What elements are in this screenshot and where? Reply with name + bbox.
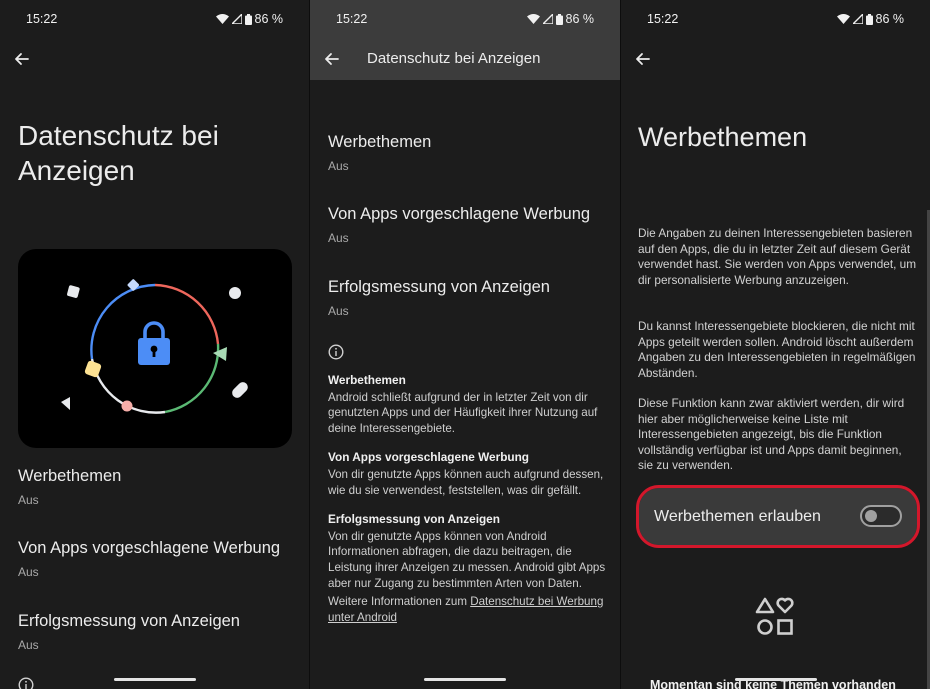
setting-title: Erfolgsmessung von Anzeigen — [18, 612, 240, 630]
setting-ad-topics[interactable]: Werbethemen Aus — [18, 467, 121, 507]
status-time: 15:22 — [647, 12, 679, 26]
back-arrow-icon[interactable] — [322, 49, 342, 69]
allow-ad-topics-toggle-row[interactable]: Werbethemen erlauben — [636, 485, 920, 548]
setting-status: Aus — [328, 231, 349, 245]
screen-ad-privacy: 15:22 86 % Datenschutz bei Anzeigen Werb… — [0, 0, 309, 689]
info-heading: Erfolgsmessung von Anzeigen — [328, 512, 500, 527]
toolbar-title: Datenschutz bei Anzeigen — [367, 50, 541, 67]
description-paragraph: Die Angaben zu deinen Interessengebieten… — [638, 226, 917, 287]
setting-ad-measurement[interactable]: Erfolgsmessung von Anzeigen Aus — [328, 278, 550, 318]
setting-status: Aus — [18, 638, 39, 652]
signal-icon — [542, 14, 553, 24]
setting-app-suggested-ads[interactable]: Von Apps vorgeschlagene Werbung Aus — [328, 205, 590, 245]
battery-level: 86 % — [254, 12, 284, 26]
toggle-label: Werbethemen erlauben — [654, 508, 821, 525]
topics-shapes-icon — [755, 596, 795, 641]
signal-icon — [231, 14, 242, 24]
wifi-icon — [836, 14, 850, 24]
status-bar: 15:22 86 % — [0, 12, 309, 28]
info-text: Von dir genutzte Apps können auch aufgru… — [328, 467, 604, 497]
allow-ad-topics-switch[interactable] — [860, 505, 902, 527]
switch-knob — [865, 510, 877, 522]
info-heading: Werbethemen — [328, 373, 406, 387]
setting-status: Aus — [328, 159, 349, 173]
setting-title: Von Apps vorgeschlagene Werbung — [328, 205, 591, 223]
description-paragraph: Du kannst Interessengebiete blockieren, … — [638, 319, 916, 380]
privacy-illustration — [18, 249, 292, 448]
info-text: Von dir genutzte Apps können von Android… — [328, 529, 606, 590]
info-text: Android schließt aufgrund der in letzter… — [328, 390, 598, 435]
battery-icon — [244, 13, 252, 25]
setting-title: Werbethemen — [328, 133, 432, 151]
gesture-navigation-bar[interactable] — [734, 678, 817, 681]
more-info-prefix: Weitere Informationen zum — [328, 595, 471, 609]
page-title: Datenschutz bei Anzeigen — [18, 120, 219, 186]
setting-title: Werbethemen — [18, 467, 122, 485]
description-paragraph: Diese Funktion kann zwar aktiviert werde… — [638, 396, 905, 473]
screen-ad-topics: 15:22 86 % Werbethemen Die Angaben zu de… — [621, 0, 930, 689]
signal-icon — [852, 14, 863, 24]
page-title: Werbethemen — [638, 122, 808, 152]
info-heading: Von Apps vorgeschlagene Werbung — [328, 450, 530, 465]
battery-icon — [865, 13, 873, 25]
gesture-navigation-bar[interactable] — [113, 678, 196, 681]
wifi-icon — [215, 14, 229, 24]
battery-level: 86 % — [565, 12, 595, 26]
status-bar: 15:22 86 % — [310, 12, 620, 28]
setting-status: Aus — [328, 304, 349, 318]
status-bar: 15:22 86 % — [621, 12, 930, 28]
back-arrow-icon[interactable] — [633, 49, 653, 69]
screen-ad-privacy-scrolled: 15:22 86 % Datenschutz bei Anzeigen Werb… — [310, 0, 620, 689]
setting-ad-measurement[interactable]: Erfolgsmessung von Anzeigen Aus — [18, 612, 240, 652]
setting-status: Aus — [18, 493, 39, 507]
back-arrow-icon[interactable] — [12, 49, 32, 69]
info-icon — [18, 677, 34, 689]
gesture-navigation-bar[interactable] — [424, 678, 506, 681]
info-icon — [328, 344, 344, 365]
more-info: Weitere Informationen zum Datenschutz be… — [328, 594, 608, 625]
info-section: Werbethemen Android schließt aufgrund de… — [328, 373, 608, 625]
setting-app-suggested-ads[interactable]: Von Apps vorgeschlagene Werbung Aus — [18, 539, 280, 579]
status-time: 15:22 — [26, 12, 58, 26]
setting-title: Von Apps vorgeschlagene Werbung — [18, 539, 281, 557]
setting-status: Aus — [18, 565, 39, 579]
battery-level: 86 % — [875, 12, 905, 26]
status-time: 15:22 — [336, 12, 368, 26]
wifi-icon — [526, 14, 540, 24]
setting-ad-topics[interactable]: Werbethemen Aus — [328, 133, 431, 173]
battery-icon — [555, 13, 563, 25]
setting-title: Erfolgsmessung von Anzeigen — [328, 278, 550, 296]
